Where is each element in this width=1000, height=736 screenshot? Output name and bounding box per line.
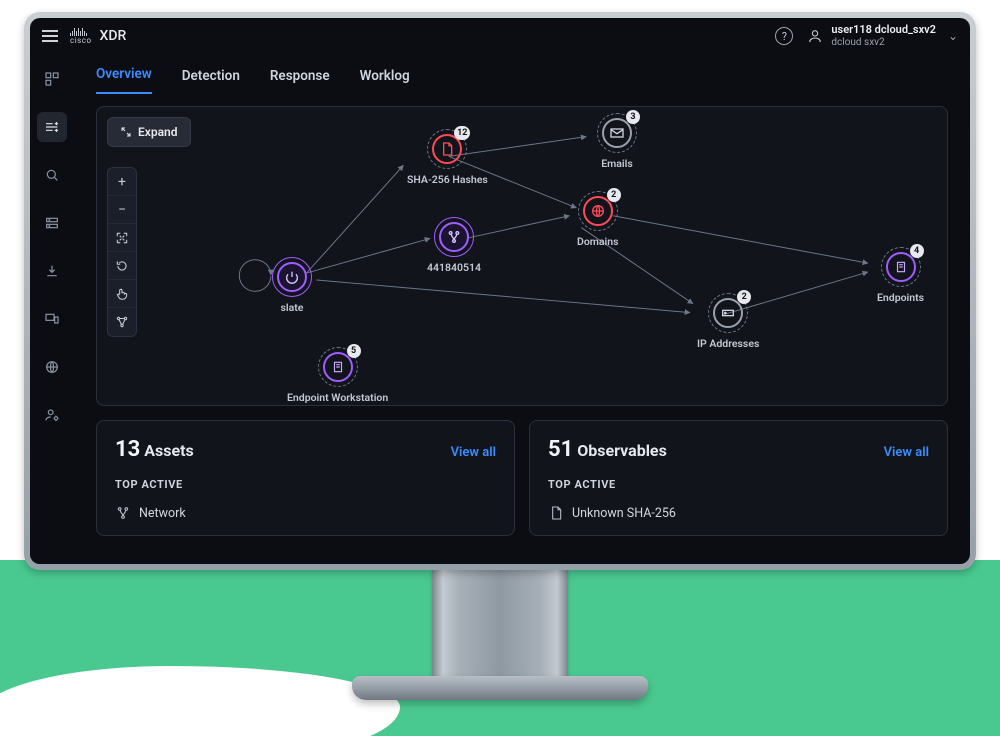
node-slate[interactable]: slate bbox=[272, 257, 312, 314]
pan-icon[interactable] bbox=[108, 280, 136, 308]
user-icon bbox=[807, 28, 823, 44]
node-ips[interactable]: 2 IP Addresses bbox=[697, 293, 759, 350]
app-screen: cisco XDR ? user118 dcloud_sxv2 dcloud s… bbox=[30, 18, 970, 564]
rail-dashboard-icon[interactable] bbox=[37, 64, 67, 94]
network-icon bbox=[115, 505, 131, 521]
globe-icon bbox=[590, 203, 606, 219]
node-emails[interactable]: 3 Emails bbox=[597, 113, 637, 170]
vendor-logo: cisco bbox=[70, 27, 92, 45]
graph-edges bbox=[97, 107, 947, 404]
mail-icon bbox=[609, 125, 625, 141]
zoom-in-icon[interactable]: + bbox=[108, 168, 136, 196]
ip-icon bbox=[720, 305, 736, 321]
monitor-frame: cisco XDR ? user118 dcloud_sxv2 dcloud s… bbox=[24, 12, 976, 570]
card-assets: 13Assets View all TOP ACTIVE Network bbox=[96, 420, 515, 536]
file-icon bbox=[439, 141, 455, 157]
tab-worklog[interactable]: Worklog bbox=[360, 68, 410, 94]
rail-server-icon[interactable] bbox=[37, 208, 67, 238]
file-icon bbox=[548, 505, 564, 521]
help-icon[interactable]: ? bbox=[775, 27, 793, 45]
tab-bar: Overview Detection Response Worklog bbox=[96, 54, 948, 94]
tab-response[interactable]: Response bbox=[270, 68, 330, 94]
obs-row[interactable]: Unknown SHA-256 bbox=[548, 505, 929, 521]
graph-panel: Expand + − bbox=[96, 106, 948, 406]
rail-search-icon[interactable] bbox=[37, 160, 67, 190]
top-bar: cisco XDR ? user118 dcloud_sxv2 dcloud s… bbox=[30, 18, 970, 54]
zoom-out-icon[interactable]: − bbox=[108, 196, 136, 224]
menu-icon[interactable] bbox=[42, 30, 58, 42]
user-menu[interactable]: user118 dcloud_sxv2 dcloud sxv2 ⌄ bbox=[807, 24, 958, 47]
branch-icon bbox=[446, 229, 462, 245]
graph-toolbox: + − bbox=[107, 167, 137, 337]
power-icon bbox=[284, 269, 300, 285]
rail-globe-icon[interactable] bbox=[37, 352, 67, 382]
assets-title: 13Assets bbox=[115, 437, 194, 462]
chevron-down-icon: ⌄ bbox=[948, 29, 958, 43]
rail-flow-icon[interactable] bbox=[37, 112, 67, 142]
endpoint-icon bbox=[894, 260, 908, 274]
obs-subhead: TOP ACTIVE bbox=[548, 478, 929, 491]
obs-view-all[interactable]: View all bbox=[884, 445, 929, 460]
tab-detection[interactable]: Detection bbox=[182, 68, 240, 94]
left-rail bbox=[30, 54, 74, 564]
card-observables: 51Observables View all TOP ACTIVE Unknow… bbox=[529, 420, 948, 536]
reset-icon[interactable] bbox=[108, 252, 136, 280]
rail-devices-icon[interactable] bbox=[37, 304, 67, 334]
fit-icon[interactable] bbox=[108, 224, 136, 252]
obs-title: 51Observables bbox=[548, 437, 667, 462]
layout-icon[interactable] bbox=[108, 308, 136, 336]
assets-subhead: TOP ACTIVE bbox=[115, 478, 496, 491]
node-endpoint-workstation[interactable]: 5 Endpoint Workstation bbox=[287, 347, 388, 404]
rail-download-icon[interactable] bbox=[37, 256, 67, 286]
user-line1: user118 dcloud_sxv2 bbox=[831, 24, 936, 36]
assets-view-all[interactable]: View all bbox=[451, 445, 496, 460]
expand-button[interactable]: Expand bbox=[107, 117, 191, 147]
node-sha256[interactable]: 12 SHA-256 Hashes bbox=[407, 129, 488, 186]
tab-overview[interactable]: Overview bbox=[96, 66, 152, 94]
node-endpoints[interactable]: 4 Endpoints bbox=[877, 247, 924, 304]
rail-user-settings-icon[interactable] bbox=[37, 400, 67, 430]
workstation-icon bbox=[331, 360, 345, 374]
node-process[interactable]: 441840514 bbox=[427, 217, 481, 274]
expand-icon bbox=[120, 126, 132, 138]
summary-cards: 13Assets View all TOP ACTIVE Network bbox=[96, 420, 948, 536]
assets-row[interactable]: Network bbox=[115, 505, 496, 521]
node-domains[interactable]: 2 Domains bbox=[577, 191, 619, 248]
product-name: XDR bbox=[100, 28, 127, 44]
user-line2: dcloud sxv2 bbox=[831, 37, 936, 48]
